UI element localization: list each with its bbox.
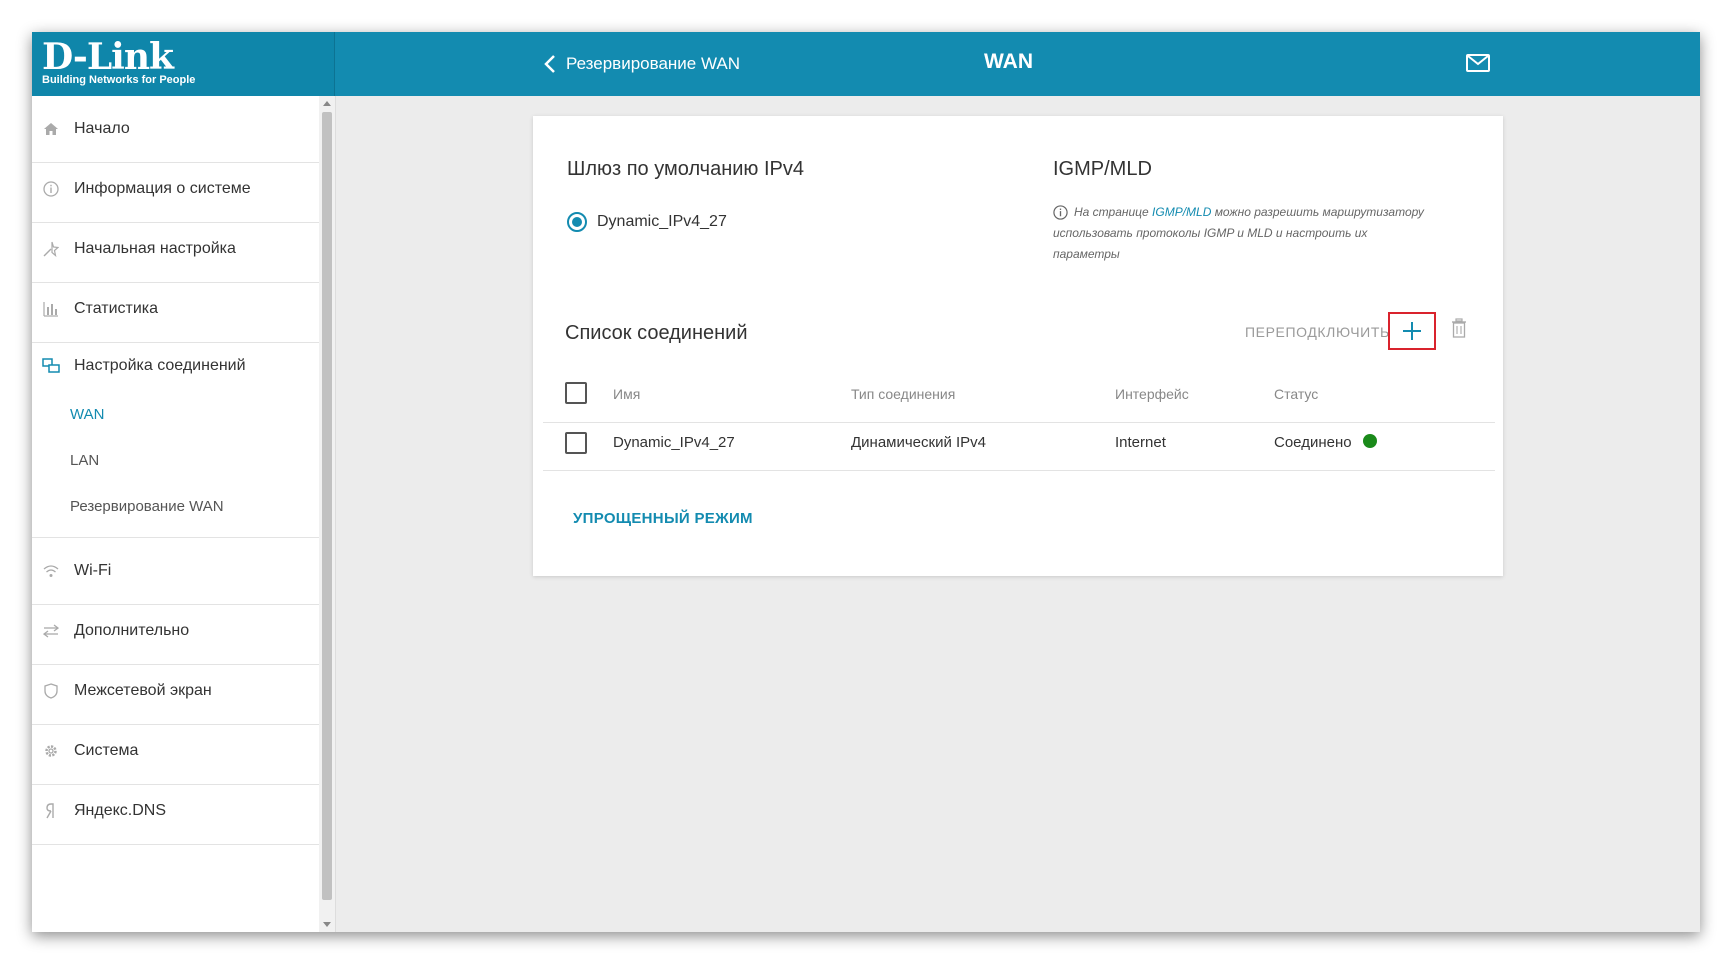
sidebar-item-label: Межсетевой экран (74, 682, 212, 699)
sidebar-item-yandex-dns[interactable]: Яндекс.DNS (32, 778, 319, 845)
sidebar-item-label: Статистика (74, 300, 159, 317)
scroll-up-arrow[interactable] (323, 101, 331, 106)
radio-button[interactable] (567, 212, 587, 232)
sidebar-item-label: Информация о системе (74, 180, 251, 197)
mail-icon[interactable] (1466, 54, 1490, 72)
reconnect-button[interactable]: ПЕРЕПОДКЛЮЧИТЬ (1245, 324, 1390, 340)
sidebar-item-system-info[interactable]: Информация о системе (32, 156, 319, 223)
plus-icon (1403, 322, 1421, 340)
router-web-ui: D-Link Building Networks for People Резе… (32, 32, 1700, 932)
gateway-radio-label: Dynamic_IPv4_27 (597, 213, 727, 230)
igmp-title: IGMP/MLD (1053, 158, 1152, 180)
sidebar-item-label: Яндекс.DNS (74, 802, 167, 819)
connections-icon (42, 357, 60, 375)
scroll-down-arrow[interactable] (323, 922, 331, 927)
gateway-title: Шлюз по умолчанию IPv4 (567, 158, 805, 180)
select-all-checkbox[interactable] (565, 382, 587, 404)
cell-type: Динамический IPv4 (851, 434, 987, 451)
info-icon (1053, 205, 1068, 220)
igmp-link[interactable]: IGMP/MLD (1152, 205, 1211, 219)
sidebar-item-label: Начальная настройка (74, 240, 236, 257)
igmp-note-text-before: На странице (1074, 205, 1153, 219)
sidebar-item-system[interactable]: Система (32, 718, 319, 785)
home-icon (42, 120, 60, 138)
status-indicator (1363, 434, 1377, 448)
column-header-name: Имя (613, 386, 641, 402)
sidebar-item-advanced[interactable]: Дополнительно (32, 598, 319, 665)
gateway-radio-option[interactable]: Dynamic_IPv4_27 (567, 212, 727, 232)
logo-tagline: Building Networks for People (42, 74, 196, 86)
cell-name: Dynamic_IPv4_27 (613, 434, 735, 451)
sidebar-subitem-lan[interactable]: LAN (70, 452, 99, 469)
bar-chart-icon (42, 300, 60, 318)
shield-icon (42, 682, 60, 700)
chevron-left-icon (544, 55, 555, 73)
row-checkbox[interactable] (565, 432, 587, 454)
column-header-interface: Интерфейс (1115, 386, 1189, 402)
gear-icon (42, 742, 60, 760)
add-connection-button[interactable] (1388, 312, 1436, 350)
wifi-icon (42, 562, 60, 580)
table-row-divider (543, 470, 1495, 471)
trash-icon[interactable] (1451, 318, 1467, 338)
sidebar-item-statistics[interactable]: Статистика (32, 276, 319, 343)
sidebar-subitem-wan-backup[interactable]: Резервирование WAN (70, 498, 224, 515)
sidebar: Начало Информация о системе Начальная на… (32, 96, 319, 932)
logo-text: D-Link (42, 36, 174, 78)
dlink-logo[interactable]: D-Link Building Networks for People (32, 32, 335, 96)
yandex-icon (42, 802, 60, 820)
wan-card: Шлюз по умолчанию IPv4 Dynamic_IPv4_27 I… (533, 116, 1503, 576)
sidebar-item-label: Система (74, 742, 139, 759)
column-header-status: Статус (1274, 386, 1319, 402)
cell-status: Соединено (1274, 434, 1352, 451)
sidebar-scrollbar[interactable] (319, 96, 336, 932)
sidebar-item-wifi[interactable]: Wi-Fi (32, 538, 319, 605)
sidebar-subitem-wan[interactable]: WAN (70, 406, 104, 423)
sidebar-item-home[interactable]: Начало (32, 96, 319, 163)
back-link[interactable]: Резервирование WAN (544, 50, 740, 78)
simple-mode-link[interactable]: УПРОЩЕННЫЙ РЕЖИМ (573, 510, 753, 527)
connections-title: Список соединений (565, 322, 748, 344)
column-header-type: Тип соединения (851, 386, 956, 402)
sidebar-item-label: Настройка соединений (74, 357, 246, 374)
sidebar-item-label: Дополнительно (74, 622, 190, 639)
sidebar-item-connections[interactable]: Настройка соединений (32, 336, 319, 396)
info-icon (42, 180, 60, 198)
sidebar-item-firewall[interactable]: Межсетевой экран (32, 658, 319, 725)
sidebar-item-label: Начало (74, 120, 130, 137)
wizard-icon (42, 240, 60, 258)
arrows-icon (42, 622, 60, 640)
cell-interface: Internet (1115, 434, 1166, 451)
back-link-label: Резервирование WAN (566, 54, 741, 73)
radio-dot (572, 217, 582, 227)
sidebar-item-label: Wi-Fi (74, 562, 112, 579)
sidebar-item-initial-setup[interactable]: Начальная настройка (32, 216, 319, 283)
igmp-note: На странице IGMP/MLD можно разрешить мар… (1053, 202, 1433, 265)
scroll-thumb[interactable] (322, 112, 332, 900)
top-bar: D-Link Building Networks for People Резе… (32, 32, 1700, 96)
page-title: WAN (984, 50, 1033, 73)
table-header-divider (543, 422, 1495, 423)
